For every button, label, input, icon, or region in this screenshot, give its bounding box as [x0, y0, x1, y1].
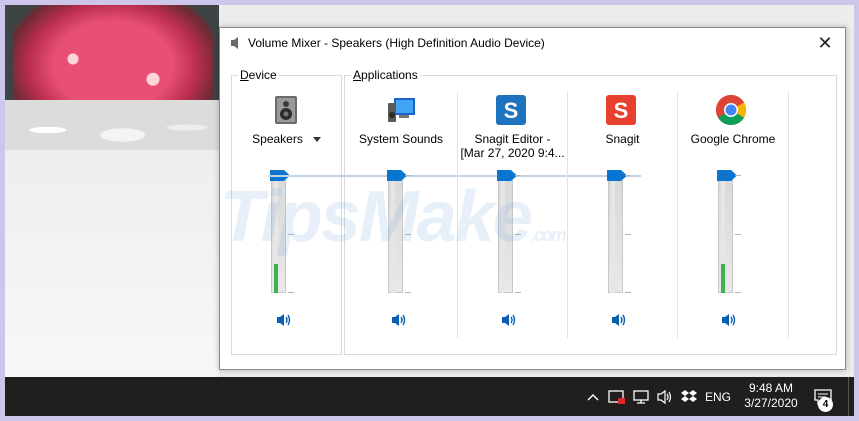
tick [288, 292, 294, 293]
language-button[interactable]: ENG [702, 377, 734, 416]
wallpaper-stones [5, 100, 219, 150]
peak-meter [721, 175, 725, 293]
wallpaper-wall [5, 150, 219, 377]
volume-slider[interactable] [387, 170, 407, 181]
svg-text:S: S [614, 98, 629, 123]
volume-button[interactable] [654, 377, 676, 416]
mute-button[interactable] [500, 312, 518, 328]
app-channel-google-chrome: Google Chrome [678, 76, 788, 354]
title-bar[interactable]: Volume Mixer - Speakers (High Definition… [220, 28, 845, 58]
language-indicator: ENG [704, 389, 731, 404]
network-icon [633, 389, 649, 404]
mute-button[interactable] [390, 312, 408, 328]
peak-meter [611, 175, 615, 293]
device-channel-speakers: Speakers [232, 76, 341, 354]
device-peak-meter [274, 175, 278, 293]
show-desktop-button[interactable] [848, 377, 854, 416]
tick [735, 292, 741, 293]
tick [288, 234, 294, 235]
channel-label: System Sounds [358, 132, 444, 146]
device-group: Device Speakers [231, 68, 342, 355]
device-peak-level [274, 263, 278, 293]
clock-date: 3/27/2020 [744, 396, 798, 410]
tick [515, 175, 521, 176]
close-icon: ✕ [817, 32, 833, 53]
mute-button[interactable] [720, 312, 738, 328]
tick [625, 292, 631, 293]
notification-count-badge: 4 [818, 397, 833, 412]
tick [405, 292, 411, 293]
tick [735, 234, 741, 235]
tick [405, 175, 411, 176]
tick [625, 175, 631, 176]
device-mute-button[interactable] [275, 312, 293, 328]
device-name: Speakers [252, 132, 303, 146]
window-title: Volume Mixer - Speakers (High Definition… [248, 36, 545, 50]
dropbox-icon [681, 389, 697, 402]
volume-slider[interactable] [717, 170, 737, 181]
show-hidden-icons-button[interactable] [582, 377, 604, 416]
chevron-up-icon [587, 393, 599, 400]
windows-defender-icon [608, 389, 625, 404]
system-sounds-icon[interactable] [385, 94, 417, 126]
clock[interactable]: 9:48 AM 3/27/2020 [733, 381, 809, 411]
speaker-icon [231, 37, 238, 49]
app-channel-system-sounds: System Sounds [345, 76, 457, 354]
volume-slider[interactable] [497, 170, 517, 181]
speaker-device-icon[interactable] [270, 94, 302, 126]
volume-icon [657, 389, 672, 404]
app-channel-snagit: S Snagit [568, 76, 677, 354]
chrome-icon[interactable] [715, 94, 747, 126]
peak-meter [391, 175, 395, 293]
tick [405, 234, 411, 235]
channel-label: Snagit Editor - [Mar 27, 2020 9:4... [460, 132, 565, 160]
chevron-down-icon [312, 137, 321, 143]
tray-app-icon[interactable] [606, 377, 628, 416]
tick [515, 234, 521, 235]
clock-time: 9:48 AM [748, 381, 794, 395]
taskbar: ENG 9:48 AM 3/27/2020 4 [5, 377, 854, 416]
volume-slider[interactable] [607, 170, 627, 181]
channel-separator [788, 92, 789, 338]
app-channel-snagit-editor: S Snagit Editor - [Mar 27, 2020 9:4... [458, 76, 567, 354]
peak-meter [501, 175, 505, 293]
dropbox-button[interactable] [678, 377, 700, 416]
applications-group: Applications System Sounds S Snagit Edit… [268, 68, 837, 355]
network-button[interactable] [630, 377, 652, 416]
peak-level [721, 263, 725, 293]
svg-text:S: S [504, 98, 519, 123]
mute-button[interactable] [610, 312, 628, 328]
tick [735, 175, 741, 176]
channel-label: Snagit [605, 132, 640, 146]
device-select[interactable]: Speakers [232, 132, 341, 146]
snagit-icon[interactable]: S [605, 94, 637, 126]
tick [625, 234, 631, 235]
channel-label: Google Chrome [690, 132, 776, 146]
snagit-editor-icon[interactable]: S [495, 94, 527, 126]
screenshot-frame: Volume Mixer - Speakers (High Definition… [5, 5, 854, 416]
close-button[interactable]: ✕ [805, 28, 845, 58]
volume-mixer-window: Volume Mixer - Speakers (High Definition… [219, 27, 846, 370]
tick [515, 292, 521, 293]
